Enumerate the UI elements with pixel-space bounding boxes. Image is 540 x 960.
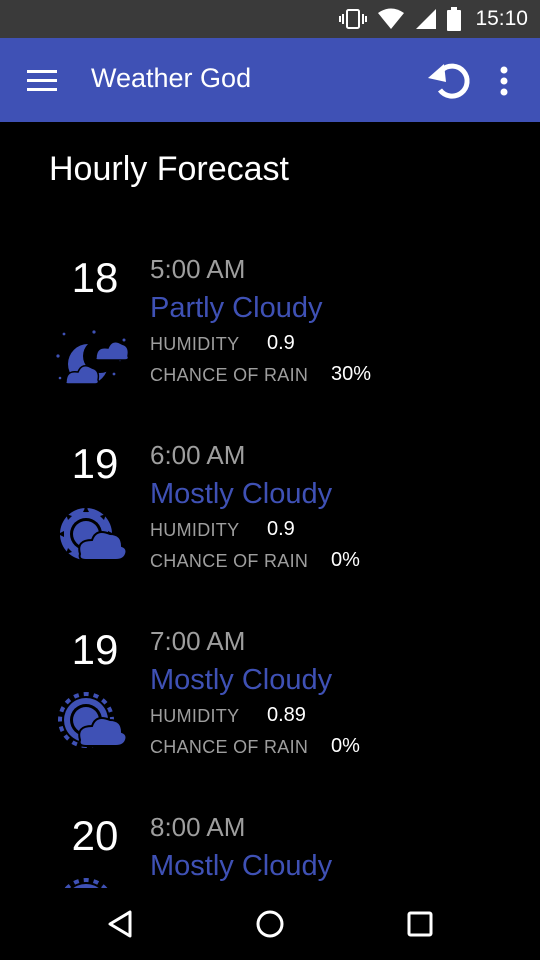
hour-row[interactable]: 19 7:00 AM Mostly Cloudy HUMIDITY 0.89 C… xyxy=(0,604,540,790)
forecast-time: 8:00 AM xyxy=(150,812,246,842)
forecast-time: 5:00 AM xyxy=(150,254,246,284)
hour-row[interactable]: 19 6:00 AM Mostly Cloudy HUMIDITY 0.9 CH… xyxy=(0,418,540,604)
rain-chance-label: CHANCE OF RAIN xyxy=(150,551,309,571)
humidity-label: HUMIDITY xyxy=(150,334,240,354)
recents-button[interactable] xyxy=(400,904,440,944)
temperature: 18 xyxy=(71,254,119,301)
mostly-cloudy-icon xyxy=(58,506,128,562)
navigation-bar xyxy=(0,888,540,960)
rain-chance-value: 0% xyxy=(331,735,360,757)
page-title: Hourly Forecast xyxy=(49,150,289,188)
mostly-cloudy-icon xyxy=(64,878,108,888)
status-time: 15:10 xyxy=(475,7,528,30)
wifi-icon xyxy=(378,8,405,29)
humidity-label: HUMIDITY xyxy=(150,706,240,726)
humidity-value: 0.9 xyxy=(267,332,295,354)
refresh-button[interactable] xyxy=(424,56,476,104)
signal-icon xyxy=(416,9,437,29)
temperature: 19 xyxy=(71,626,119,673)
temperature: 20 xyxy=(71,812,119,859)
partly-cloudy-night-icon xyxy=(56,330,130,384)
status-bar: 15:10 xyxy=(0,0,540,38)
battery-icon xyxy=(447,7,462,31)
app-title: Weather God xyxy=(91,63,252,93)
home-button[interactable] xyxy=(250,904,290,944)
back-button[interactable] xyxy=(100,904,140,944)
temperature: 19 xyxy=(71,440,119,487)
weather-summary: Partly Cloudy xyxy=(150,292,323,324)
menu-button[interactable] xyxy=(22,60,62,100)
rain-chance-value: 0% xyxy=(331,549,360,571)
weather-summary: Mostly Cloudy xyxy=(150,478,333,510)
forecast-time: 7:00 AM xyxy=(150,626,246,656)
rain-chance-label: CHANCE OF RAIN xyxy=(150,365,309,385)
rain-chance-value: 30% xyxy=(331,363,372,385)
refresh-icon xyxy=(428,63,470,99)
hour-row[interactable]: 20 8:00 AM Mostly Cloudy xyxy=(0,790,540,888)
hourly-list[interactable]: 18 5:00 AM Partly Cloudy HUMIDITY 0.9 CH… xyxy=(0,232,540,888)
app-bar: Weather God xyxy=(0,38,540,122)
forecast-time: 6:00 AM xyxy=(150,440,246,470)
more-vert-icon xyxy=(500,66,508,96)
hour-row[interactable]: 18 5:00 AM Partly Cloudy HUMIDITY 0.9 CH… xyxy=(0,232,540,418)
recents-icon xyxy=(407,911,433,937)
humidity-label: HUMIDITY xyxy=(150,520,240,540)
menu-icon xyxy=(27,70,57,91)
weather-summary: Mostly Cloudy xyxy=(150,664,333,696)
back-icon xyxy=(108,910,132,938)
rain-chance-label: CHANCE OF RAIN xyxy=(150,737,309,757)
mostly-cloudy-icon xyxy=(58,692,128,748)
more-options-button[interactable] xyxy=(490,62,518,102)
humidity-value: 0.9 xyxy=(267,518,295,540)
home-icon xyxy=(256,910,284,938)
humidity-value: 0.89 xyxy=(267,704,306,726)
vibrate-icon xyxy=(339,9,368,29)
status-icons: 15:10 xyxy=(339,0,528,38)
weather-summary: Mostly Cloudy xyxy=(150,850,333,882)
